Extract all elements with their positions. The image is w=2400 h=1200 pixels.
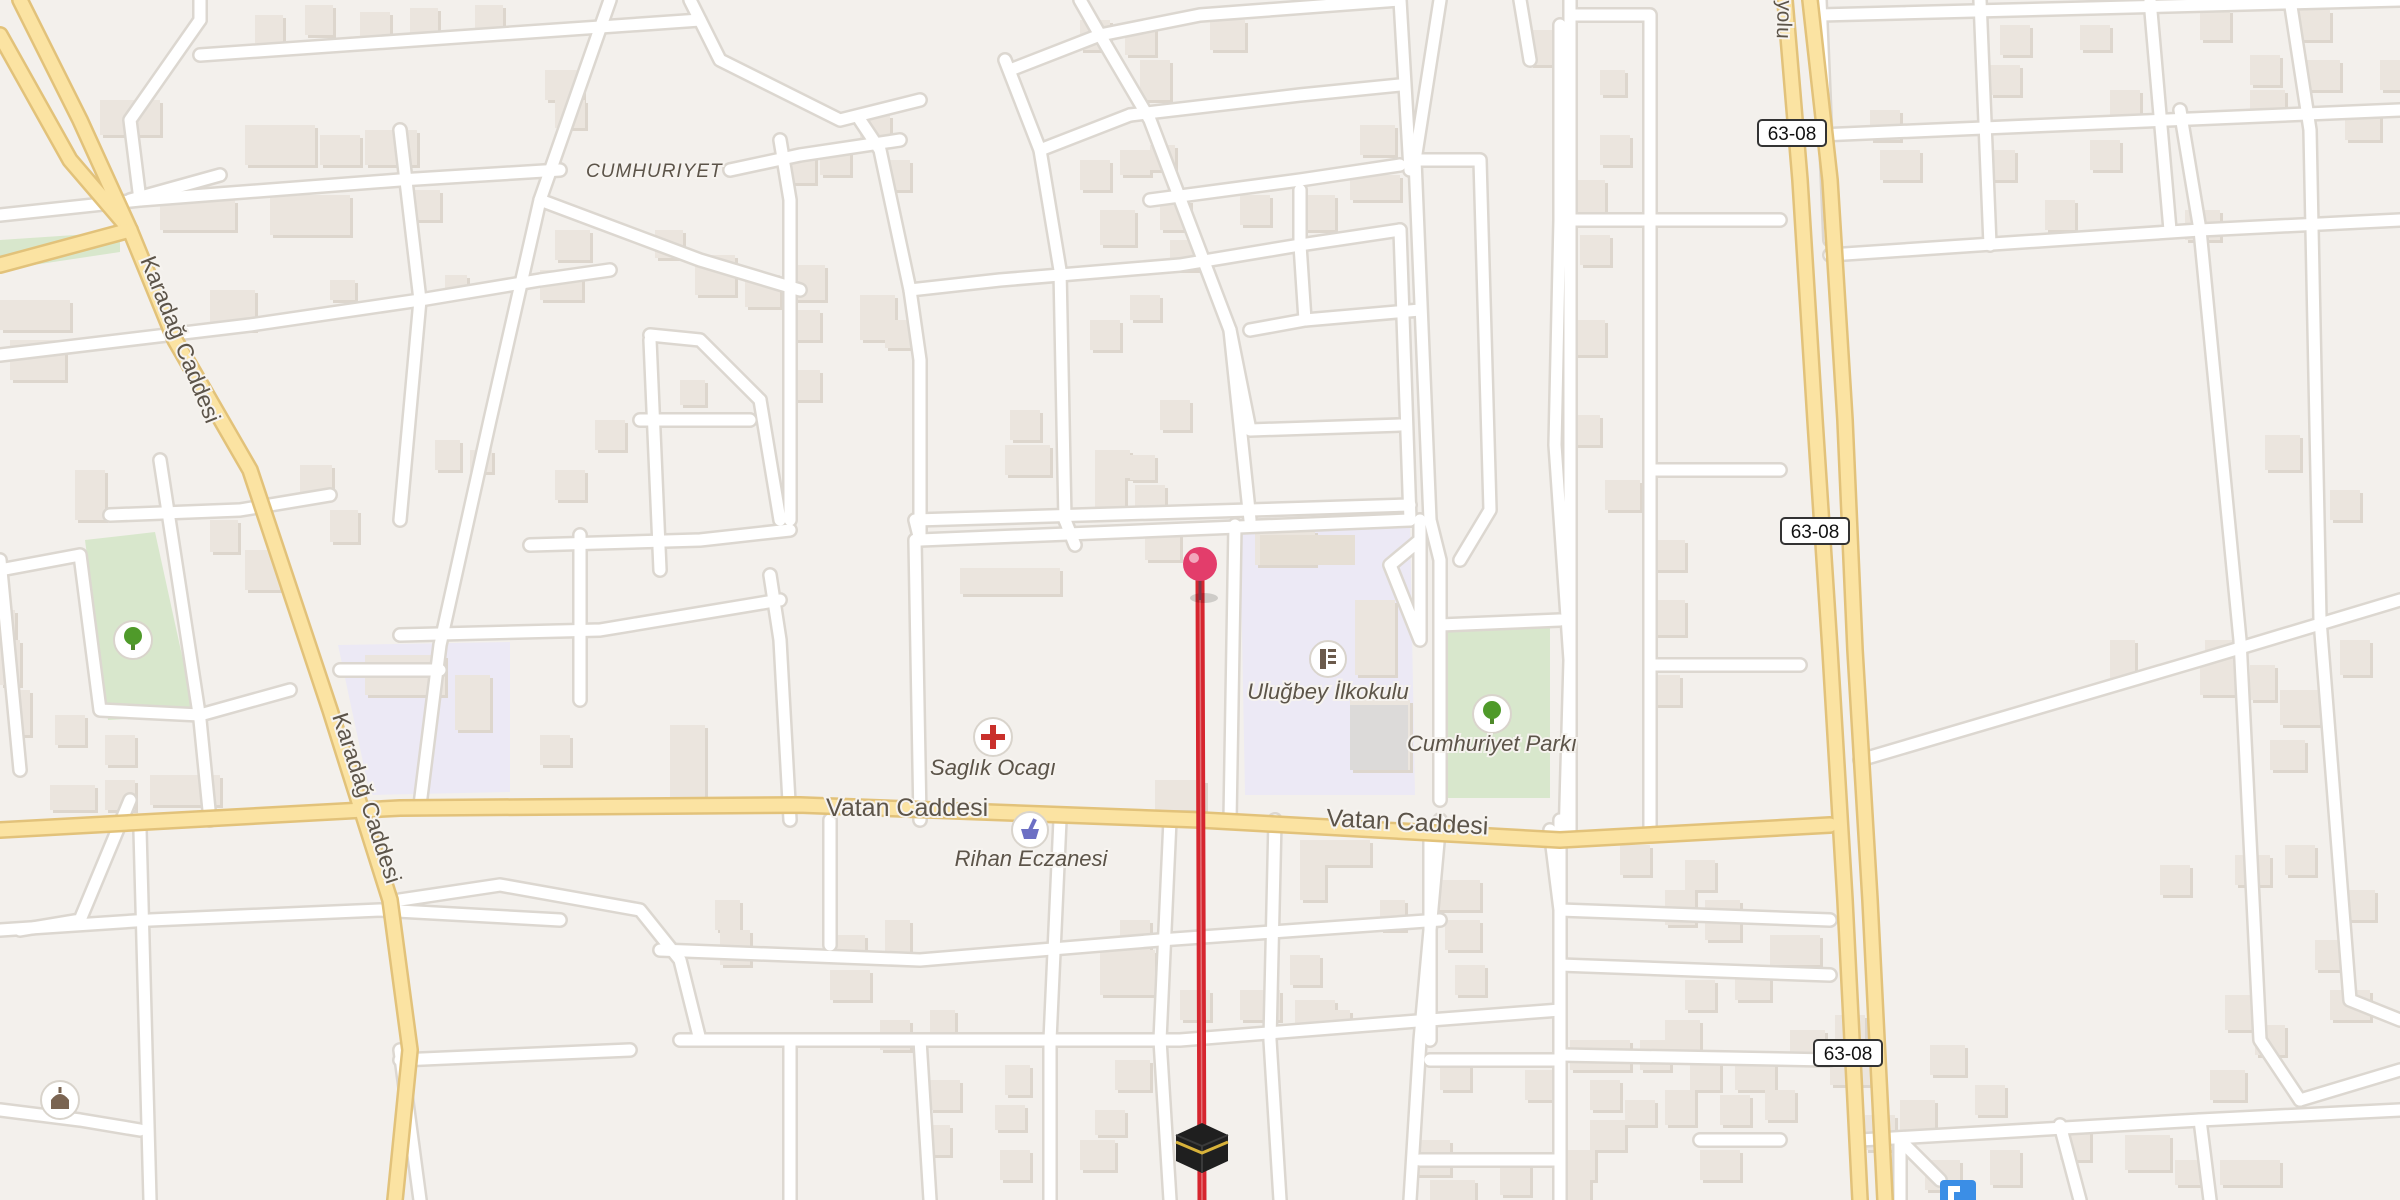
school-gym-building bbox=[1350, 705, 1408, 770]
street-label-cumhuriyet: CUMHURIYET bbox=[586, 161, 723, 182]
school-building bbox=[1260, 535, 1355, 565]
road-shield[interactable]: 63-08 bbox=[1757, 119, 1827, 147]
poi-label-school: Uluğbey İlkokulu bbox=[1247, 679, 1408, 704]
mosque-icon[interactable] bbox=[40, 1080, 80, 1120]
poi-label-health-center: Saglık Ocagı bbox=[930, 755, 1056, 780]
road-shield-label: 63-08 bbox=[1768, 124, 1817, 145]
street-label-yolu: yolu bbox=[1772, 0, 1796, 39]
road-shield[interactable]: 63-08 bbox=[1780, 517, 1850, 545]
tree-icon[interactable] bbox=[1472, 694, 1512, 734]
road-shield-label: 63-08 bbox=[1791, 522, 1840, 543]
school-icon[interactable] bbox=[1309, 640, 1347, 678]
road-shield-label: 63-08 bbox=[1824, 1044, 1873, 1065]
poi-label-park: Cumhuriyet Parkı bbox=[1407, 731, 1577, 756]
poi-label-pharmacy: Rihan Eczanesi bbox=[955, 846, 1109, 871]
parking-icon[interactable] bbox=[1940, 1180, 1976, 1200]
road-shield[interactable]: 63-08 bbox=[1813, 1039, 1883, 1067]
street-label-vatan-caddesi: Vatan Caddesi bbox=[826, 794, 988, 822]
route-layer bbox=[1195, 575, 1207, 1200]
map-canvas[interactable]: 63-08 63-08 63-08 CUMHURIYET Karadağ Cad… bbox=[0, 0, 2400, 1200]
medical-cross-icon[interactable] bbox=[973, 717, 1013, 757]
pharmacy-mortar-icon[interactable] bbox=[1011, 811, 1049, 849]
tree-icon[interactable] bbox=[113, 620, 153, 660]
